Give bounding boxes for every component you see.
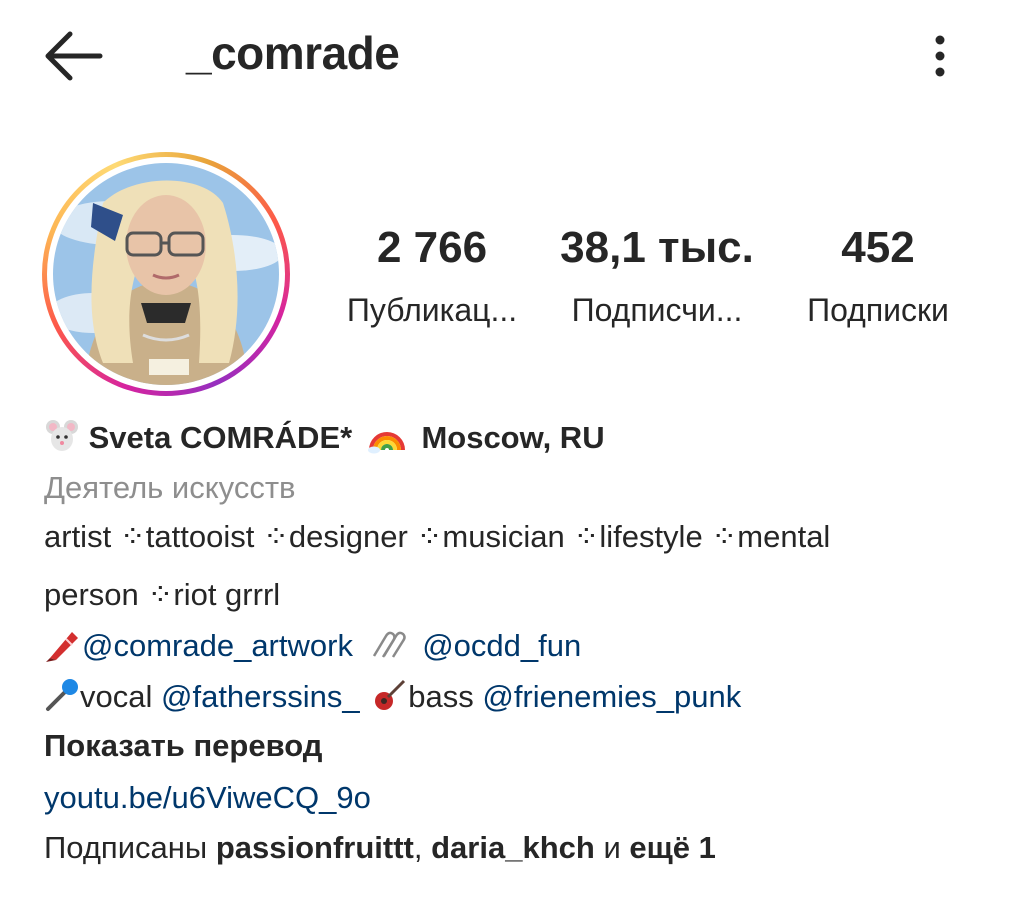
bio-mentions-line: @comrade_artwork @ocdd_fun xyxy=(44,626,581,666)
stat-followers[interactable]: 38,1 тыс. Подписчи... xyxy=(548,220,766,332)
followers-label: Подписчи... xyxy=(571,292,743,328)
stat-posts[interactable]: 2 766 Публикац... xyxy=(332,220,532,332)
following-count: 452 xyxy=(841,223,915,272)
followed-user[interactable]: passionfruittt xyxy=(216,830,414,865)
stat-following[interactable]: 452 Подписки xyxy=(786,220,970,332)
profile-name-line: Sveta COMRÁDE* Moscow, RU xyxy=(44,418,605,458)
followed-separator: , xyxy=(413,830,423,865)
following-label: Подписки xyxy=(807,292,949,328)
followers-count: 38,1 тыс. xyxy=(560,223,754,272)
bio-music-line: vocal @fatherssins_ bass @frienemies_pun… xyxy=(44,677,741,717)
avatar-story-ring[interactable] xyxy=(42,152,290,396)
followed-and: и xyxy=(603,830,621,865)
mention-link[interactable]: @comrade_artwork xyxy=(82,628,353,663)
guitar-emoji-icon xyxy=(375,679,406,710)
profile-category: Деятель искусств xyxy=(44,470,296,505)
microphone-emoji-icon xyxy=(46,679,78,711)
bio-line: person ⁘riot grrrl xyxy=(44,577,281,612)
more-vertical-icon[interactable] xyxy=(922,30,958,82)
mention-link[interactable]: @fatherssins_ xyxy=(161,679,360,714)
crayon-emoji-icon xyxy=(46,632,78,662)
vocal-label: vocal xyxy=(80,679,153,714)
rainbow-emoji-icon xyxy=(367,432,405,454)
posts-count: 2 766 xyxy=(376,223,488,272)
top-bar: _comrade xyxy=(0,0,1024,112)
mention-link[interactable]: @ocdd_fun xyxy=(422,628,581,663)
bio-line: artist ⁘tattooist ⁘designer ⁘musician ⁘l… xyxy=(44,519,831,554)
mouse-emoji-icon xyxy=(46,420,78,451)
arrow-left-icon[interactable] xyxy=(40,28,106,84)
paperclip-emoji-icon xyxy=(372,631,406,658)
profile-external-link[interactable]: youtu.be/u6ViweCQ_9o xyxy=(44,778,371,818)
posts-label: Публикац... xyxy=(346,292,518,328)
profile-location: Moscow, RU xyxy=(421,420,605,455)
mention-link[interactable]: @frienemies_punk xyxy=(482,679,741,714)
followed-prefix: Подписаны xyxy=(44,830,208,865)
followed-user[interactable]: daria_khch xyxy=(431,830,595,865)
followed-more[interactable]: ещё 1 xyxy=(629,830,716,865)
profile-username: _comrade xyxy=(186,27,400,79)
followed-by-line[interactable]: Подписаны passionfruittt, daria_khch и е… xyxy=(44,828,716,868)
show-translation-button[interactable]: Показать перевод xyxy=(44,726,322,766)
profile-photo xyxy=(53,163,279,385)
bass-label: bass xyxy=(408,679,474,714)
profile-display-name: Sveta COMRÁDE* xyxy=(88,420,353,455)
avatar xyxy=(53,163,279,385)
